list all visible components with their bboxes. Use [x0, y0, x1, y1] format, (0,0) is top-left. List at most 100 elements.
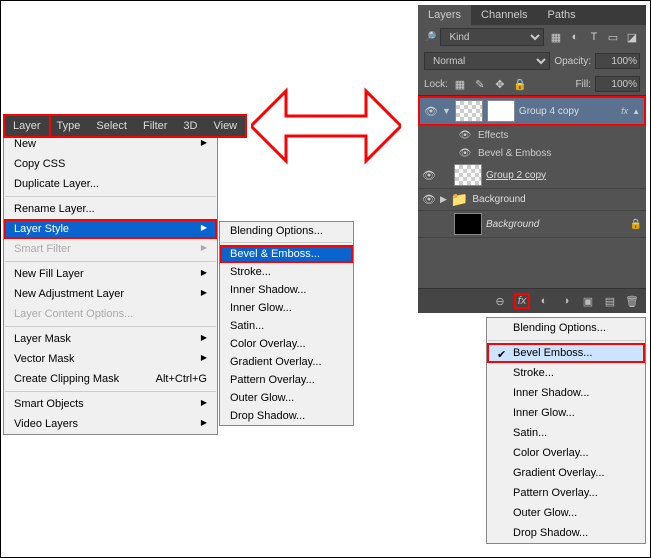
- fx-item-drop-shadow[interactable]: Drop Shadow...: [487, 523, 645, 543]
- submenu-item-gradient-overlay[interactable]: Gradient Overlay...: [220, 353, 353, 371]
- menu-item-new-fill-layer[interactable]: New Fill Layer▶: [4, 264, 217, 284]
- opacity-label: Opacity:: [554, 56, 591, 67]
- menu-item-rename-layer[interactable]: Rename Layer...: [4, 199, 217, 219]
- fx-item-gradient-overlay[interactable]: Gradient Overlay...: [487, 463, 645, 483]
- menu-view[interactable]: View: [205, 116, 245, 136]
- visibility-eye-icon[interactable]: 👁: [458, 128, 472, 142]
- filter-adjustment-icon[interactable]: ◐: [567, 29, 583, 45]
- visibility-eye-icon[interactable]: 👁: [458, 146, 472, 160]
- menu-item-copy-css[interactable]: Copy CSS: [4, 154, 217, 174]
- tab-paths[interactable]: Paths: [538, 5, 586, 25]
- menu-separator: [5, 196, 216, 197]
- layer-effect-bevel-emboss[interactable]: 👁 Bevel & Emboss: [418, 144, 646, 162]
- menu-separator: [221, 242, 352, 243]
- menu-item-layer-style[interactable]: Layer Style▶: [4, 219, 217, 239]
- effects-label: Effects: [478, 130, 508, 141]
- link-layers-icon[interactable]: ⊖: [492, 293, 508, 309]
- fill-input[interactable]: [595, 76, 640, 92]
- filter-smartobject-icon[interactable]: ◪: [624, 29, 640, 45]
- opacity-input[interactable]: [595, 53, 640, 69]
- filter-type-icon[interactable]: T: [586, 29, 602, 45]
- add-mask-icon[interactable]: ◐: [536, 293, 552, 309]
- visibility-eye-icon[interactable]: 👁: [422, 193, 436, 207]
- menu-item-duplicate-layer[interactable]: Duplicate Layer...: [4, 174, 217, 194]
- submenu-item-outer-glow[interactable]: Outer Glow...: [220, 389, 353, 407]
- submenu-arrow-icon: ▶: [201, 398, 207, 410]
- visibility-eye-icon[interactable]: 👁: [422, 168, 436, 182]
- submenu-item-inner-glow[interactable]: Inner Glow...: [220, 299, 353, 317]
- menu-layer[interactable]: Layer: [3, 114, 51, 138]
- fx-collapse-icon[interactable]: ▲: [632, 107, 640, 116]
- menu-3d[interactable]: 3D: [175, 116, 205, 136]
- menu-item-layer-mask[interactable]: Layer Mask▶: [4, 329, 217, 349]
- fx-item-outer-glow[interactable]: Outer Glow...: [487, 503, 645, 523]
- layer-mask-thumbnail[interactable]: [487, 100, 515, 122]
- adjustment-layer-icon[interactable]: ◑: [558, 293, 574, 309]
- lock-all-icon[interactable]: 🔒: [512, 76, 528, 92]
- layer-filter-kind[interactable]: Kind: [440, 28, 544, 46]
- lock-transparency-icon[interactable]: ▦: [452, 76, 468, 92]
- layer-row-background-folder[interactable]: 👁 ▶ 📁 Background: [418, 189, 646, 211]
- submenu-item-bevel-emboss[interactable]: Bevel & Emboss...: [220, 245, 353, 263]
- fx-item-inner-shadow[interactable]: Inner Shadow...: [487, 383, 645, 403]
- new-layer-icon[interactable]: ▤: [602, 293, 618, 309]
- menu-separator: [5, 326, 216, 327]
- layer-name[interactable]: Background: [486, 219, 539, 230]
- layer-row-group2copy[interactable]: 👁 Group 2 copy: [418, 162, 646, 189]
- layers-panel: Layers Channels Paths 🔎 Kind ▦ ◐ T ▭ ◪ N…: [418, 5, 646, 313]
- menu-item-smart-objects[interactable]: Smart Objects▶: [4, 394, 217, 414]
- layer-effects-row[interactable]: 👁 Effects: [418, 126, 646, 144]
- menu-item-smart-filter: Smart Filter▶: [4, 239, 217, 259]
- menu-separator: [5, 261, 216, 262]
- tab-layers[interactable]: Layers: [418, 5, 471, 25]
- submenu-arrow-icon: ▶: [201, 268, 207, 280]
- filter-shape-icon[interactable]: ▭: [605, 29, 621, 45]
- menu-item-vector-mask[interactable]: Vector Mask▶: [4, 349, 217, 369]
- panel-tabs: Layers Channels Paths: [418, 5, 646, 25]
- lock-image-icon[interactable]: ✎: [472, 76, 488, 92]
- layer-thumbnail[interactable]: [455, 100, 483, 122]
- lock-position-icon[interactable]: ✥: [492, 76, 508, 92]
- fx-item-inner-glow[interactable]: Inner Glow...: [487, 403, 645, 423]
- submenu-arrow-icon: ▶: [201, 353, 207, 365]
- fx-item-satin[interactable]: Satin...: [487, 423, 645, 443]
- submenu-item-drop-shadow[interactable]: Drop Shadow...: [220, 407, 353, 425]
- submenu-item-pattern-overlay[interactable]: Pattern Overlay...: [220, 371, 353, 389]
- menu-item-new-adjustment-layer[interactable]: New Adjustment Layer▶: [4, 284, 217, 304]
- fx-item-color-overlay[interactable]: Color Overlay...: [487, 443, 645, 463]
- fx-item-stroke[interactable]: Stroke...: [487, 363, 645, 383]
- visibility-eye-icon[interactable]: 👁: [424, 104, 438, 118]
- submenu-item-color-overlay[interactable]: Color Overlay...: [220, 335, 353, 353]
- layer-row-background[interactable]: 👁 Background 🔒: [418, 211, 646, 238]
- layer-row-group4copy[interactable]: 👁 ▼ Group 4 copy fx ▲: [418, 96, 646, 126]
- layer-name[interactable]: Background: [472, 194, 525, 205]
- fx-item-blending-options[interactable]: Blending Options...: [487, 318, 645, 338]
- expand-arrow-icon[interactable]: ▶: [440, 194, 447, 205]
- layer-name[interactable]: Group 4 copy: [519, 106, 579, 117]
- tab-channels[interactable]: Channels: [471, 5, 537, 25]
- menu-item-video-layers[interactable]: Video Layers▶: [4, 414, 217, 434]
- new-group-icon[interactable]: ▣: [580, 293, 596, 309]
- submenu-item-inner-shadow[interactable]: Inner Shadow...: [220, 281, 353, 299]
- blend-mode-select[interactable]: Normal: [424, 52, 550, 70]
- layer-thumbnail[interactable]: [454, 164, 482, 186]
- submenu-item-blending-options[interactable]: Blending Options...: [220, 222, 353, 240]
- submenu-item-stroke[interactable]: Stroke...: [220, 263, 353, 281]
- menu-type[interactable]: Type: [49, 116, 89, 136]
- filter-pixel-icon[interactable]: ▦: [548, 29, 564, 45]
- fx-badge[interactable]: fx: [621, 106, 628, 116]
- expand-arrow-icon[interactable]: ▼: [442, 106, 451, 116]
- menu-select[interactable]: Select: [88, 116, 135, 136]
- submenu-item-satin[interactable]: Satin...: [220, 317, 353, 335]
- fx-item-bevel-emboss[interactable]: ✔Bevel Emboss...: [487, 343, 645, 363]
- layer-thumbnail[interactable]: [454, 213, 482, 235]
- delete-layer-icon[interactable]: 🗑: [624, 293, 640, 309]
- menu-item-create-clipping-mask[interactable]: Create Clipping MaskAlt+Ctrl+G: [4, 369, 217, 389]
- fx-item-pattern-overlay[interactable]: Pattern Overlay...: [487, 483, 645, 503]
- fill-label: Fill:: [575, 79, 591, 90]
- menu-filter[interactable]: Filter: [135, 116, 175, 136]
- layer-name[interactable]: Group 2 copy: [486, 170, 546, 181]
- menu-item-layer-content-options: Layer Content Options...: [4, 304, 217, 324]
- fx-button[interactable]: fx: [514, 293, 530, 309]
- menu-separator: [488, 340, 644, 341]
